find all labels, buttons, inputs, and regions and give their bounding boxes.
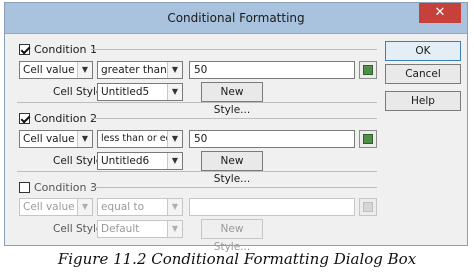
conditional-formatting-dialog: Conditional Formatting ✕ Condition 1 Cel…: [4, 2, 468, 253]
condition-3-type-select[interactable]: Cell value is ▼: [19, 198, 93, 216]
condition-1-value-input[interactable]: 50: [189, 61, 355, 79]
condition-3-operator-value: equal to: [101, 201, 145, 213]
cancel-button[interactable]: Cancel: [385, 64, 461, 84]
chevron-down-icon: ▼: [77, 62, 92, 78]
condition-1-new-style-button[interactable]: New Style...: [201, 82, 263, 116]
dialog-title: Conditional Formatting: [167, 11, 305, 25]
chevron-down-icon: ▼: [167, 84, 182, 100]
condition-3-operator-select[interactable]: equal to ▼: [97, 198, 183, 216]
condition-1-toggle[interactable]: Condition 1: [19, 41, 97, 57]
close-icon: ✕: [434, 5, 446, 20]
condition-2-value: 50: [194, 133, 208, 145]
condition-2-cell-style-select[interactable]: Untitled6 ▼: [97, 152, 183, 170]
condition-2-checkbox[interactable]: [19, 112, 30, 124]
condition-3-toggle[interactable]: Condition 3: [19, 179, 97, 195]
condition-1-shrink-button[interactable]: [359, 61, 377, 79]
help-button[interactable]: Help: [385, 91, 461, 111]
condition-1-divider: [91, 49, 377, 50]
condition-2-cell-style-value: Untitled6: [101, 155, 150, 167]
condition-3-cell-style-label: Cell Style: [53, 223, 103, 235]
ok-button[interactable]: OK: [385, 41, 461, 61]
condition-3-checkbox[interactable]: [19, 181, 30, 193]
condition-2-type-select[interactable]: Cell value is ▼: [19, 130, 93, 148]
condition-3-section: Condition 3 Cell value is ▼ equal to ▼ C…: [19, 179, 379, 253]
condition-1-cell-style-value: Untitled5: [101, 86, 150, 98]
condition-2-shrink-button[interactable]: [359, 130, 377, 148]
condition-3-label: Condition 3: [34, 180, 97, 194]
section-divider-2: [17, 171, 377, 172]
condition-1-operator-value: greater than: [101, 64, 167, 76]
condition-3-divider: [91, 187, 377, 188]
chevron-down-icon: ▼: [167, 131, 182, 147]
chevron-down-icon: ▼: [167, 199, 182, 215]
figure-caption: Figure 11.2 Conditional Formatting Dialo…: [57, 250, 417, 268]
condition-2-divider: [91, 118, 377, 119]
condition-3-value-input[interactable]: [189, 198, 355, 216]
condition-1-checkbox[interactable]: [19, 43, 30, 55]
chevron-down-icon: ▼: [167, 153, 182, 169]
condition-2-operator-select[interactable]: less than or equal to ▼: [97, 130, 183, 148]
condition-1-operator-select[interactable]: greater than ▼: [97, 61, 183, 79]
shrink-icon: [363, 134, 373, 144]
condition-1-label: Condition 1: [34, 42, 97, 56]
condition-2-value-input[interactable]: 50: [189, 130, 355, 148]
condition-1-type-select[interactable]: Cell value is ▼: [19, 61, 93, 79]
title-bar: Conditional Formatting ✕: [5, 3, 467, 34]
chevron-down-icon: ▼: [77, 131, 92, 147]
condition-2-label: Condition 2: [34, 111, 97, 125]
condition-3-shrink-button[interactable]: [359, 198, 377, 216]
condition-2-cell-style-label: Cell Style: [53, 155, 103, 167]
chevron-down-icon: ▼: [167, 62, 182, 78]
chevron-down-icon: ▼: [77, 199, 92, 215]
condition-1-cell-style-label: Cell Style: [53, 86, 103, 98]
condition-2-section: Condition 2 Cell value is ▼ less than or…: [19, 110, 379, 190]
condition-1-value: 50: [194, 64, 208, 76]
section-divider-1: [17, 102, 377, 103]
condition-3-cell-style-value: Default: [101, 223, 140, 235]
shrink-icon: [363, 65, 373, 75]
condition-1-section: Condition 1 Cell value is ▼ greater than…: [19, 41, 379, 121]
condition-3-new-style-button[interactable]: New Style...: [201, 219, 263, 253]
condition-1-cell-style-select[interactable]: Untitled5 ▼: [97, 83, 183, 101]
condition-2-new-style-button[interactable]: New Style...: [201, 151, 263, 185]
condition-3-cell-style-select[interactable]: Default ▼: [97, 220, 183, 238]
chevron-down-icon: ▼: [167, 221, 182, 237]
shrink-icon: [363, 202, 373, 212]
close-button[interactable]: ✕: [419, 3, 461, 23]
condition-2-toggle[interactable]: Condition 2: [19, 110, 97, 126]
